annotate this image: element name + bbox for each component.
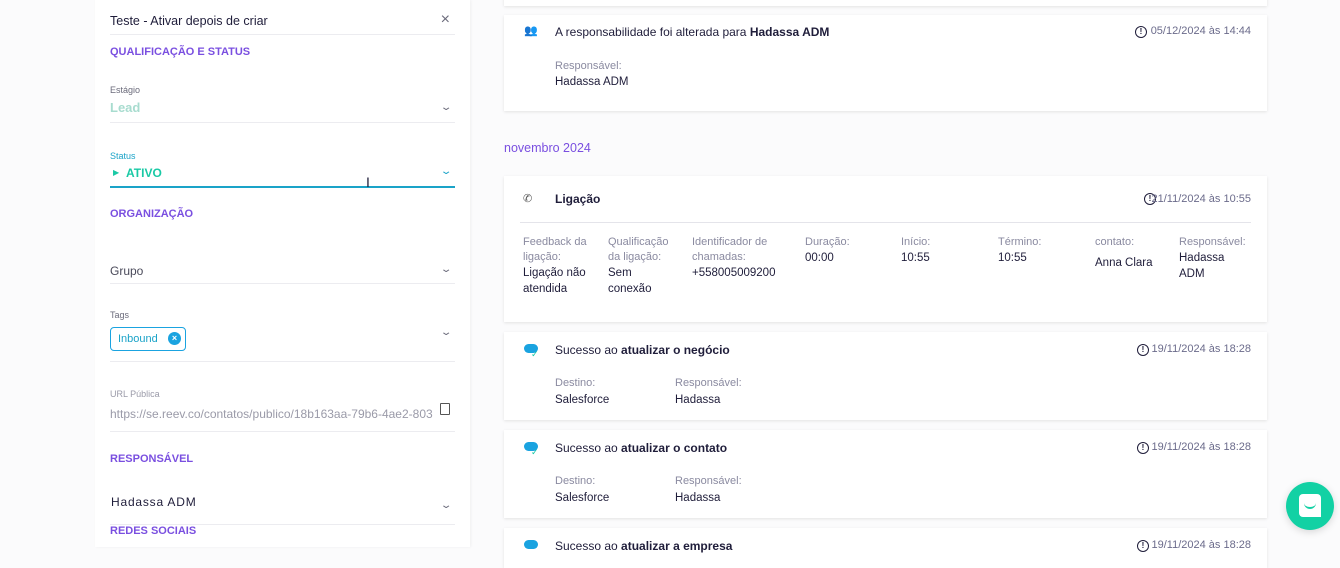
divider: [110, 34, 455, 35]
title-prefix: Sucesso ao: [555, 441, 622, 455]
field-label: Feedback da ligação:: [523, 236, 587, 263]
tag-chip: Inbound ×: [110, 327, 186, 351]
alert-icon: !: [1135, 26, 1147, 38]
field-label: Destino:: [555, 377, 596, 389]
title-bold: atualizar a empresa: [621, 539, 733, 553]
contact-side-panel: Teste - Ativar depois de criar × QUALIFI…: [95, 0, 470, 547]
section-qualification: QUALIFICAÇÃO E STATUS: [110, 46, 251, 58]
field-value: Sem conexão: [608, 267, 652, 295]
divider: [520, 222, 1251, 223]
field-value: Hadassa ADM: [1179, 252, 1225, 280]
divider: [110, 361, 455, 362]
field-value: Hadassa ADM: [555, 76, 629, 88]
salesforce-icon: [524, 540, 538, 549]
section-organization: ORGANIZAÇÃO: [110, 208, 194, 220]
group-select[interactable]: Grupo: [110, 264, 143, 278]
card-date: 19/11/2024 às 18:28: [1151, 539, 1252, 551]
play-icon: ▶: [113, 168, 120, 177]
field-value: +558005009200: [692, 267, 776, 279]
public-url-label: URL Pública: [110, 389, 160, 399]
title-bold: atualizar o contato: [621, 441, 728, 455]
field-value: 10:55: [901, 252, 930, 264]
chevron-down-icon[interactable]: ⌄: [440, 166, 453, 177]
card-title: A responsabilidade foi alterada para Had…: [555, 25, 829, 39]
divider: [110, 283, 455, 284]
field-label: Início:: [901, 236, 931, 248]
tag-label: Inbound: [118, 333, 158, 345]
field-value: 10:55: [998, 252, 1027, 264]
timeline-card: [504, 0, 1267, 6]
field-value: Hadassa: [675, 394, 721, 406]
chevron-down-icon[interactable]: ⌄: [440, 500, 453, 511]
field-label: Responsável:: [675, 377, 742, 389]
panel-title: Teste - Ativar depois de criar: [110, 14, 268, 28]
check-icon: ✓: [531, 349, 539, 359]
chevron-down-icon[interactable]: ⌄: [440, 102, 453, 113]
field-value: Ligação não atendida: [523, 267, 586, 295]
phone-icon: ✆: [523, 193, 533, 205]
field-value: Hadassa: [675, 492, 721, 504]
timeline-card-sync: Sucesso ao atualizar a empresa ! 19/11/2…: [504, 528, 1267, 568]
field-label: Término:: [998, 236, 1042, 248]
field-label: Identificador de chamadas:: [692, 236, 768, 263]
remove-tag-icon[interactable]: ×: [168, 332, 181, 345]
stage-select[interactable]: Lead: [110, 100, 140, 115]
timeline-card-sync: ✓ Sucesso ao atualizar o negócio ! 19/11…: [504, 332, 1267, 420]
field-value: 00:00: [805, 252, 834, 264]
title-prefix: Sucesso ao: [555, 343, 622, 357]
timeline-card-sync: ✓ Sucesso ao atualizar o contato ! 19/11…: [504, 430, 1267, 518]
people-icon: 👥: [524, 25, 538, 37]
tags-label: Tags: [110, 310, 130, 320]
section-responsible: RESPONSÁVEL: [110, 453, 194, 465]
chevron-down-icon[interactable]: ⌄: [440, 264, 453, 275]
field-label: Responsável:: [675, 475, 742, 487]
field-value: Salesforce: [555, 394, 610, 406]
field-value: Salesforce: [555, 492, 610, 504]
field-label: Responsável:: [1179, 236, 1246, 248]
title-prefix: A responsabilidade foi alterada para: [555, 25, 750, 39]
field-label: contato:: [1095, 236, 1135, 248]
check-icon: ✓: [531, 447, 539, 457]
chevron-down-icon[interactable]: ⌄: [440, 327, 453, 338]
copy-icon[interactable]: [440, 403, 450, 415]
field-value: Anna Clara: [1095, 257, 1153, 269]
alert-icon: !: [1137, 344, 1149, 356]
card-date: 19/11/2024 às 18:28: [1151, 441, 1252, 453]
alert-icon: !: [1137, 540, 1149, 552]
divider: [110, 122, 455, 123]
close-icon[interactable]: ×: [441, 11, 450, 29]
field-label: Qualificação da ligação:: [608, 236, 669, 263]
card-date: 21/11/2024 às 10:55: [1151, 193, 1252, 205]
responsible-select[interactable]: Hadassa ADM: [111, 495, 197, 509]
public-url-field[interactable]: https://se.reev.co/contatos/publico/18b1…: [110, 407, 436, 421]
title-bold: atualizar o negócio: [621, 343, 730, 357]
field-label: Responsável:: [555, 60, 622, 72]
chat-smile: [1304, 503, 1316, 509]
month-heading: novembro 2024: [504, 141, 591, 155]
status-select[interactable]: ATIVO: [126, 166, 162, 180]
title-bold: Hadassa ADM: [749, 25, 830, 39]
field-label: Duração:: [805, 236, 850, 248]
alert-icon: !: [1137, 442, 1149, 454]
card-date: 05/12/2024 às 14:44: [1150, 25, 1251, 37]
card-title: Sucesso ao atualizar o contato: [555, 441, 727, 455]
chat-icon: [1299, 494, 1321, 517]
status-label: Status: [110, 151, 136, 161]
card-date: 19/11/2024 às 18:28: [1151, 343, 1252, 355]
card-title: Ligação: [555, 192, 601, 206]
timeline-card-call: ✆ Ligação ! 21/11/2024 às 10:55 Feedback…: [504, 176, 1267, 322]
text-cursor-icon: I: [366, 174, 370, 190]
divider: [110, 431, 455, 432]
field-label: Destino:: [555, 475, 596, 487]
title-prefix: Sucesso ao: [555, 539, 622, 553]
card-title: Sucesso ao atualizar a empresa: [555, 539, 732, 553]
section-social: REDES SOCIAIS: [110, 525, 197, 537]
timeline-card-responsibility: 👥 A responsabilidade foi alterada para H…: [504, 15, 1267, 111]
stage-label: Estágio: [110, 85, 141, 95]
status-underline: [110, 186, 455, 188]
card-title: Sucesso ao atualizar o negócio: [555, 343, 730, 357]
chat-launcher-button[interactable]: [1286, 482, 1334, 530]
